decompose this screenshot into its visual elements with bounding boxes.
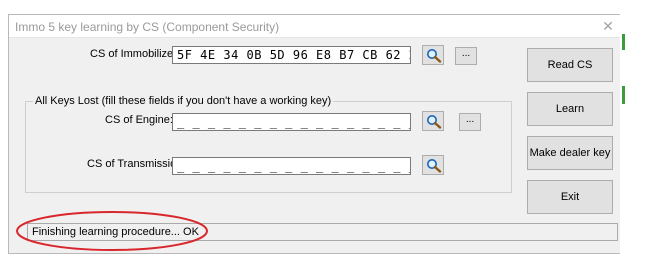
all-keys-lost-legend: All Keys Lost (fill these fields if you … <box>33 95 334 107</box>
immobilizer-label: CS of Immobilizer: <box>90 48 180 60</box>
browse-engine-button[interactable]: ... <box>459 113 481 131</box>
engine-label: CS of Engine: <box>105 114 173 126</box>
make-dealer-key-button[interactable]: Make dealer key <box>527 136 613 170</box>
read-cs-button[interactable]: Read CS <box>527 48 613 82</box>
exit-button[interactable]: Exit <box>527 180 613 214</box>
magnifier-icon <box>427 159 442 173</box>
browse-immobilizer-button[interactable]: ... <box>455 47 477 65</box>
magnifier-icon <box>427 115 442 129</box>
title-bar[interactable]: Immo 5 key learning by CS (Component Sec… <box>9 15 625 38</box>
transmission-label: CS of Transmission: <box>87 158 186 170</box>
background-window-edge <box>620 14 626 254</box>
immobilizer-cs-field[interactable]: 5F 4E 34 0B 5D 96 E8 B7 CB 62 24 C5 83 9… <box>172 46 411 64</box>
engine-cs-field[interactable]: _ _ _ _ _ _ _ _ _ _ _ _ _ _ _ _ <box>172 113 411 131</box>
close-icon[interactable]: ✕ <box>599 17 617 35</box>
learn-button[interactable]: Learn <box>527 92 613 126</box>
window-title: Immo 5 key learning by CS (Component Sec… <box>15 20 280 34</box>
background-green-mark <box>622 86 625 104</box>
magnifier-icon <box>427 49 442 63</box>
transmission-cs-field[interactable]: _ _ _ _ _ _ _ _ _ _ _ _ _ _ _ _ <box>172 157 411 175</box>
search-transmission-button[interactable] <box>422 155 444 175</box>
search-immobilizer-button[interactable] <box>422 45 444 65</box>
annotation-ellipse <box>16 211 208 251</box>
background-green-mark <box>622 34 625 50</box>
search-engine-button[interactable] <box>422 111 444 131</box>
